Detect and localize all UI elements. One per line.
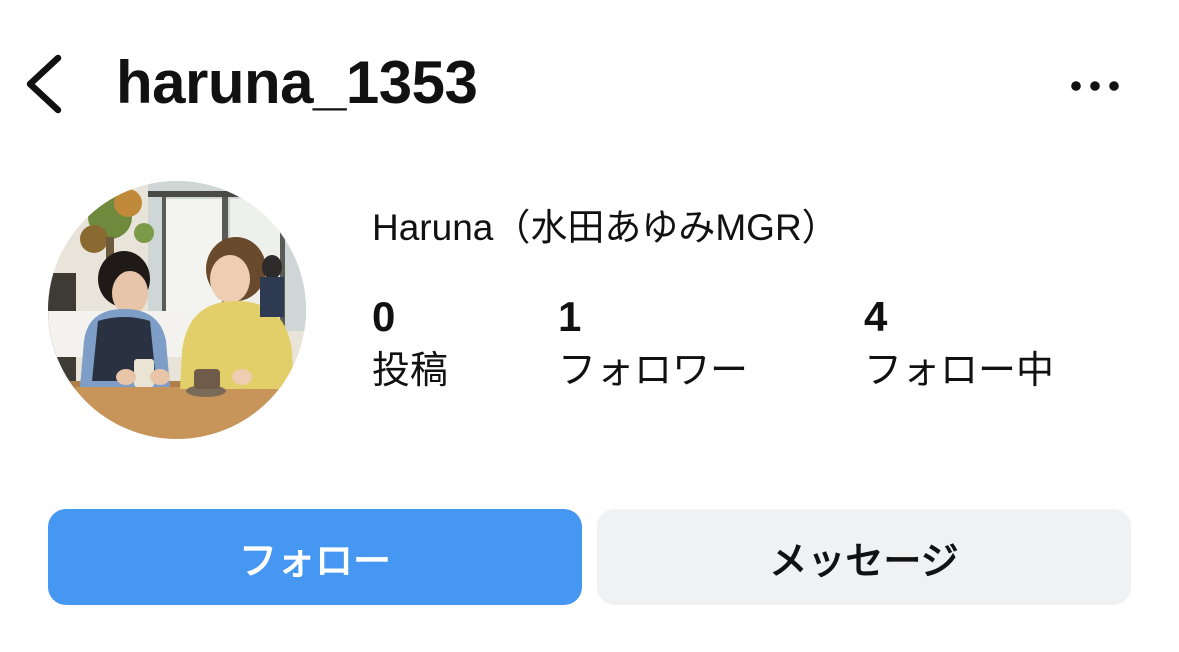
stat-following[interactable]: 4 フォロー中: [864, 292, 1054, 396]
followers-count: 1: [558, 293, 582, 340]
followers-label: フォロワー: [558, 350, 749, 392]
posts-count: 0: [372, 293, 396, 340]
avatar-photo: [48, 181, 306, 439]
more-options-button[interactable]: [1064, 66, 1128, 106]
back-button[interactable]: [18, 48, 78, 118]
posts-label: 投稿: [372, 350, 449, 392]
more-horizontal-icon: [1071, 81, 1119, 91]
avatar[interactable]: [48, 181, 306, 439]
profile-header: haruna_1353: [0, 0, 1179, 170]
follow-button[interactable]: フォロー: [48, 509, 582, 605]
page-title: haruna_1353: [116, 49, 478, 116]
display-name: Haruna（水田あゆみMGR）: [372, 207, 839, 248]
message-button[interactable]: メッセージ: [597, 509, 1131, 605]
stat-followers[interactable]: 1 フォロワー: [558, 292, 748, 396]
following-count: 4: [864, 293, 888, 340]
following-label: フォロー中: [864, 350, 1055, 392]
chevron-left-icon: [26, 54, 62, 114]
stat-posts[interactable]: 0 投稿: [372, 292, 448, 396]
